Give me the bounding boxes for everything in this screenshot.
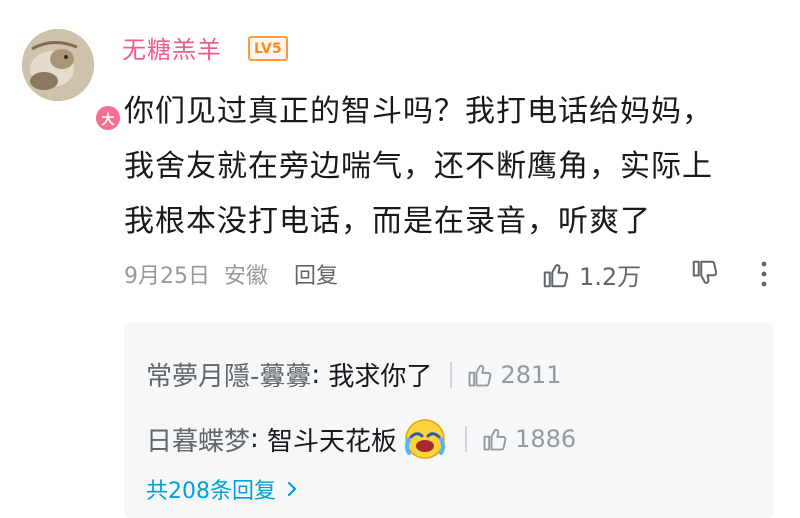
comment-meta: 9月25日 安徽 回复	[124, 258, 338, 290]
comment-line: 你们见过真正的智斗吗？我打电话给妈妈，	[124, 94, 713, 129]
comment-line: 我舍友就在旁边喘气，还不断鹰角，实际上	[124, 149, 713, 184]
thumb-up-icon	[543, 263, 569, 287]
sub-reply-username[interactable]: 常夢月隱-虋虋	[146, 356, 311, 393]
laughing-crying-emoji-icon	[403, 417, 447, 461]
thumb-down-icon	[692, 260, 718, 284]
view-all-replies-link[interactable]: 共208条回复	[146, 473, 302, 505]
more-icon	[761, 261, 767, 287]
reply-button[interactable]: 回复	[294, 258, 338, 290]
level-badge: LV5	[248, 36, 288, 61]
divider	[465, 426, 468, 452]
avatar-image	[22, 29, 94, 101]
sub-reply[interactable]: 日暮蝶梦 : 智斗天花板 1886	[146, 417, 576, 461]
like-count: 1.2万	[579, 263, 642, 291]
sub-reply-likes: 2811	[500, 360, 562, 389]
comment-line: 我根本没打电话，而是在录音，听爽了	[124, 204, 651, 239]
comment-username[interactable]: 无糖羔羊	[122, 30, 222, 65]
dislike-button[interactable]	[690, 258, 720, 292]
sub-reply-likes: 1886	[515, 425, 577, 453]
thumb-up-icon[interactable]	[481, 425, 509, 453]
like-button[interactable]: 1.2万	[541, 257, 641, 292]
chevron-right-icon	[287, 481, 297, 497]
sub-reply-text: 智斗天花板	[267, 426, 398, 457]
more-button[interactable]	[758, 260, 770, 292]
avatar[interactable]: 大	[22, 29, 122, 132]
avatar-badge: 大	[94, 104, 122, 132]
comment-text: 你们见过真正的智斗吗？我打电话给妈妈， 我舍友就在旁边喘气，还不断鹰角，实际上 …	[124, 84, 784, 249]
comment-date: 9月25日	[124, 264, 210, 289]
sub-reply-colon: :	[250, 424, 268, 454]
divider	[450, 361, 453, 388]
thumb-up-icon[interactable]	[466, 361, 494, 389]
comment-location: 安徽	[224, 264, 269, 289]
view-all-replies-label: 共208条回复	[146, 479, 276, 504]
sub-reply-colon: :	[311, 359, 329, 390]
sub-reply[interactable]: 常夢月隱-虋虋 : 我求你了 2811	[146, 356, 562, 393]
sub-reply-text: 我求你了	[328, 362, 433, 392]
sub-replies-box: 常夢月隱-虋虋 : 我求你了 2811 日暮蝶梦 : 智斗天花板 1886 共2…	[124, 323, 774, 518]
sub-reply-username[interactable]: 日暮蝶梦	[146, 421, 250, 458]
